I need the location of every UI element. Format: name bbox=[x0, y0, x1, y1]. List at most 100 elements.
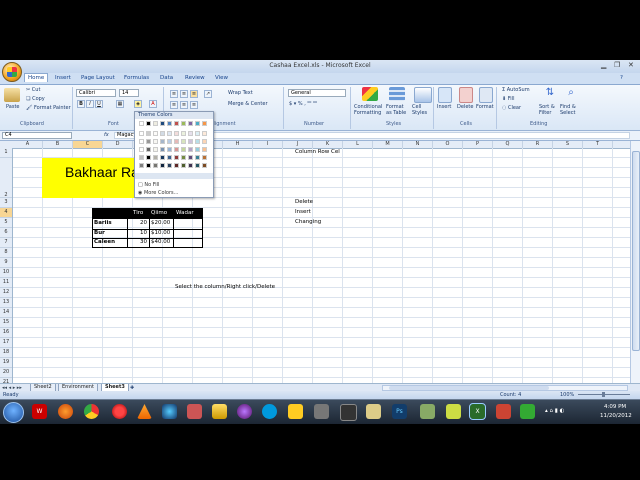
find-select-button[interactable]: Find & Select bbox=[560, 104, 582, 116]
column-header[interactable]: M bbox=[373, 141, 403, 148]
font-color-button[interactable]: A bbox=[149, 100, 157, 108]
color-swatch[interactable] bbox=[174, 139, 179, 144]
chrome-icon[interactable] bbox=[84, 404, 99, 419]
maximize-icon[interactable]: ❐ bbox=[614, 61, 620, 69]
paste-icon[interactable] bbox=[4, 88, 20, 102]
color-swatch[interactable] bbox=[139, 131, 144, 136]
row-header[interactable]: 15 bbox=[0, 318, 12, 328]
borders-button[interactable]: ▦ bbox=[116, 100, 124, 108]
color-swatch[interactable] bbox=[146, 163, 151, 168]
color-swatch[interactable] bbox=[146, 121, 151, 126]
autosum-button[interactable]: Σ AutoSum bbox=[502, 87, 530, 93]
sort-filter-button[interactable]: Sort & Filter bbox=[539, 104, 559, 116]
column-header[interactable]: D bbox=[103, 141, 133, 148]
cut-button[interactable]: ✂ Cut bbox=[26, 87, 40, 93]
vertical-scrollbar[interactable] bbox=[630, 141, 640, 383]
color-swatch[interactable] bbox=[202, 139, 207, 144]
align-top-button[interactable]: ≡ bbox=[170, 90, 178, 98]
color-swatch[interactable] bbox=[167, 139, 172, 144]
font-name-box[interactable]: Calibri bbox=[76, 89, 116, 97]
color-swatch[interactable] bbox=[153, 155, 158, 160]
row-header[interactable]: 2 bbox=[0, 158, 12, 198]
app-icon[interactable] bbox=[366, 404, 381, 419]
orientation-button[interactable]: ↗ bbox=[204, 90, 212, 98]
row-header[interactable]: 11 bbox=[0, 278, 12, 288]
font-size-box[interactable]: 14 bbox=[119, 89, 139, 97]
color-swatch[interactable] bbox=[160, 147, 165, 152]
function-icon[interactable]: fx bbox=[104, 132, 109, 138]
scroll-thumb[interactable] bbox=[632, 151, 640, 351]
skype-icon[interactable] bbox=[262, 404, 277, 419]
office-button[interactable] bbox=[2, 62, 22, 82]
row-header[interactable]: 17 bbox=[0, 338, 12, 348]
color-swatch[interactable] bbox=[202, 155, 207, 160]
color-swatch[interactable] bbox=[139, 155, 144, 160]
color-swatch[interactable] bbox=[188, 121, 193, 126]
column-header[interactable]: O bbox=[433, 141, 463, 148]
word-icon[interactable]: W bbox=[32, 404, 47, 419]
color-swatch[interactable] bbox=[188, 163, 193, 168]
color-swatch[interactable] bbox=[146, 147, 151, 152]
color-swatch[interactable] bbox=[153, 121, 158, 126]
row-header[interactable]: 18 bbox=[0, 348, 12, 358]
folder-icon[interactable] bbox=[212, 404, 227, 419]
column-header[interactable]: Q bbox=[493, 141, 523, 148]
tray-icons[interactable]: ▴ ⌂ ▮ ◐ bbox=[545, 408, 564, 414]
column-header[interactable]: L bbox=[343, 141, 373, 148]
color-swatch[interactable] bbox=[153, 147, 158, 152]
color-swatch[interactable] bbox=[181, 121, 186, 126]
color-swatch[interactable] bbox=[195, 121, 200, 126]
number-format-box[interactable]: General bbox=[288, 89, 346, 97]
color-swatch[interactable] bbox=[174, 155, 179, 160]
align-right-button[interactable]: ≡ bbox=[190, 101, 198, 109]
opera-icon[interactable] bbox=[112, 404, 127, 419]
row-header[interactable]: 12 bbox=[0, 288, 12, 298]
color-swatch[interactable] bbox=[174, 131, 179, 136]
column-header[interactable]: R bbox=[523, 141, 553, 148]
color-swatch[interactable] bbox=[139, 139, 144, 144]
close-icon[interactable]: ✕ bbox=[628, 61, 634, 69]
color-swatch[interactable] bbox=[167, 131, 172, 136]
insert-cells-icon[interactable] bbox=[438, 87, 452, 103]
color-swatch[interactable] bbox=[167, 147, 172, 152]
row-header[interactable]: 9 bbox=[0, 258, 12, 268]
column-header[interactable]: N bbox=[403, 141, 433, 148]
tab-insert[interactable]: Insert bbox=[52, 74, 74, 82]
app-icon[interactable] bbox=[314, 404, 329, 419]
color-swatch[interactable] bbox=[146, 155, 151, 160]
color-swatch[interactable] bbox=[202, 147, 207, 152]
tab-review[interactable]: Review bbox=[182, 74, 208, 82]
align-middle-button[interactable]: ≡ bbox=[180, 90, 188, 98]
color-swatch[interactable] bbox=[188, 155, 193, 160]
name-box[interactable]: C4 bbox=[2, 132, 72, 139]
color-swatch[interactable] bbox=[202, 163, 207, 168]
color-swatch[interactable] bbox=[181, 131, 186, 136]
row-header[interactable]: 4 bbox=[0, 208, 12, 218]
color-swatch[interactable] bbox=[146, 131, 151, 136]
column-header[interactable]: A bbox=[13, 141, 43, 148]
tab-page-layout[interactable]: Page Layout bbox=[78, 74, 118, 82]
color-swatch[interactable] bbox=[174, 147, 179, 152]
align-left-button[interactable]: ≡ bbox=[170, 101, 178, 109]
column-header[interactable]: B bbox=[43, 141, 73, 148]
color-swatch[interactable] bbox=[174, 121, 179, 126]
column-header[interactable]: J bbox=[283, 141, 313, 148]
paste-button[interactable]: Paste bbox=[6, 104, 20, 110]
color-swatch[interactable] bbox=[195, 131, 200, 136]
tab-view[interactable]: View bbox=[212, 74, 231, 82]
row-header[interactable]: 16 bbox=[0, 328, 12, 338]
hscroll-thumb[interactable] bbox=[389, 386, 549, 390]
conditional-formatting-icon[interactable] bbox=[362, 87, 378, 101]
format-cells-icon[interactable] bbox=[479, 87, 493, 103]
format-table-icon[interactable] bbox=[389, 87, 405, 101]
zoom-slider-thumb[interactable] bbox=[602, 392, 605, 397]
app-icon[interactable] bbox=[187, 404, 202, 419]
no-fill-option[interactable]: □ No Fill bbox=[138, 182, 159, 188]
wrap-text-button[interactable]: Wrap Text bbox=[228, 90, 253, 96]
column-header[interactable]: C bbox=[73, 141, 103, 148]
color-swatch[interactable] bbox=[160, 163, 165, 168]
color-swatch[interactable] bbox=[160, 155, 165, 160]
app-icon[interactable] bbox=[520, 404, 535, 419]
merge-center-button[interactable]: Merge & Center bbox=[228, 101, 268, 107]
fill-button[interactable]: ⬇ Fill bbox=[502, 96, 514, 102]
